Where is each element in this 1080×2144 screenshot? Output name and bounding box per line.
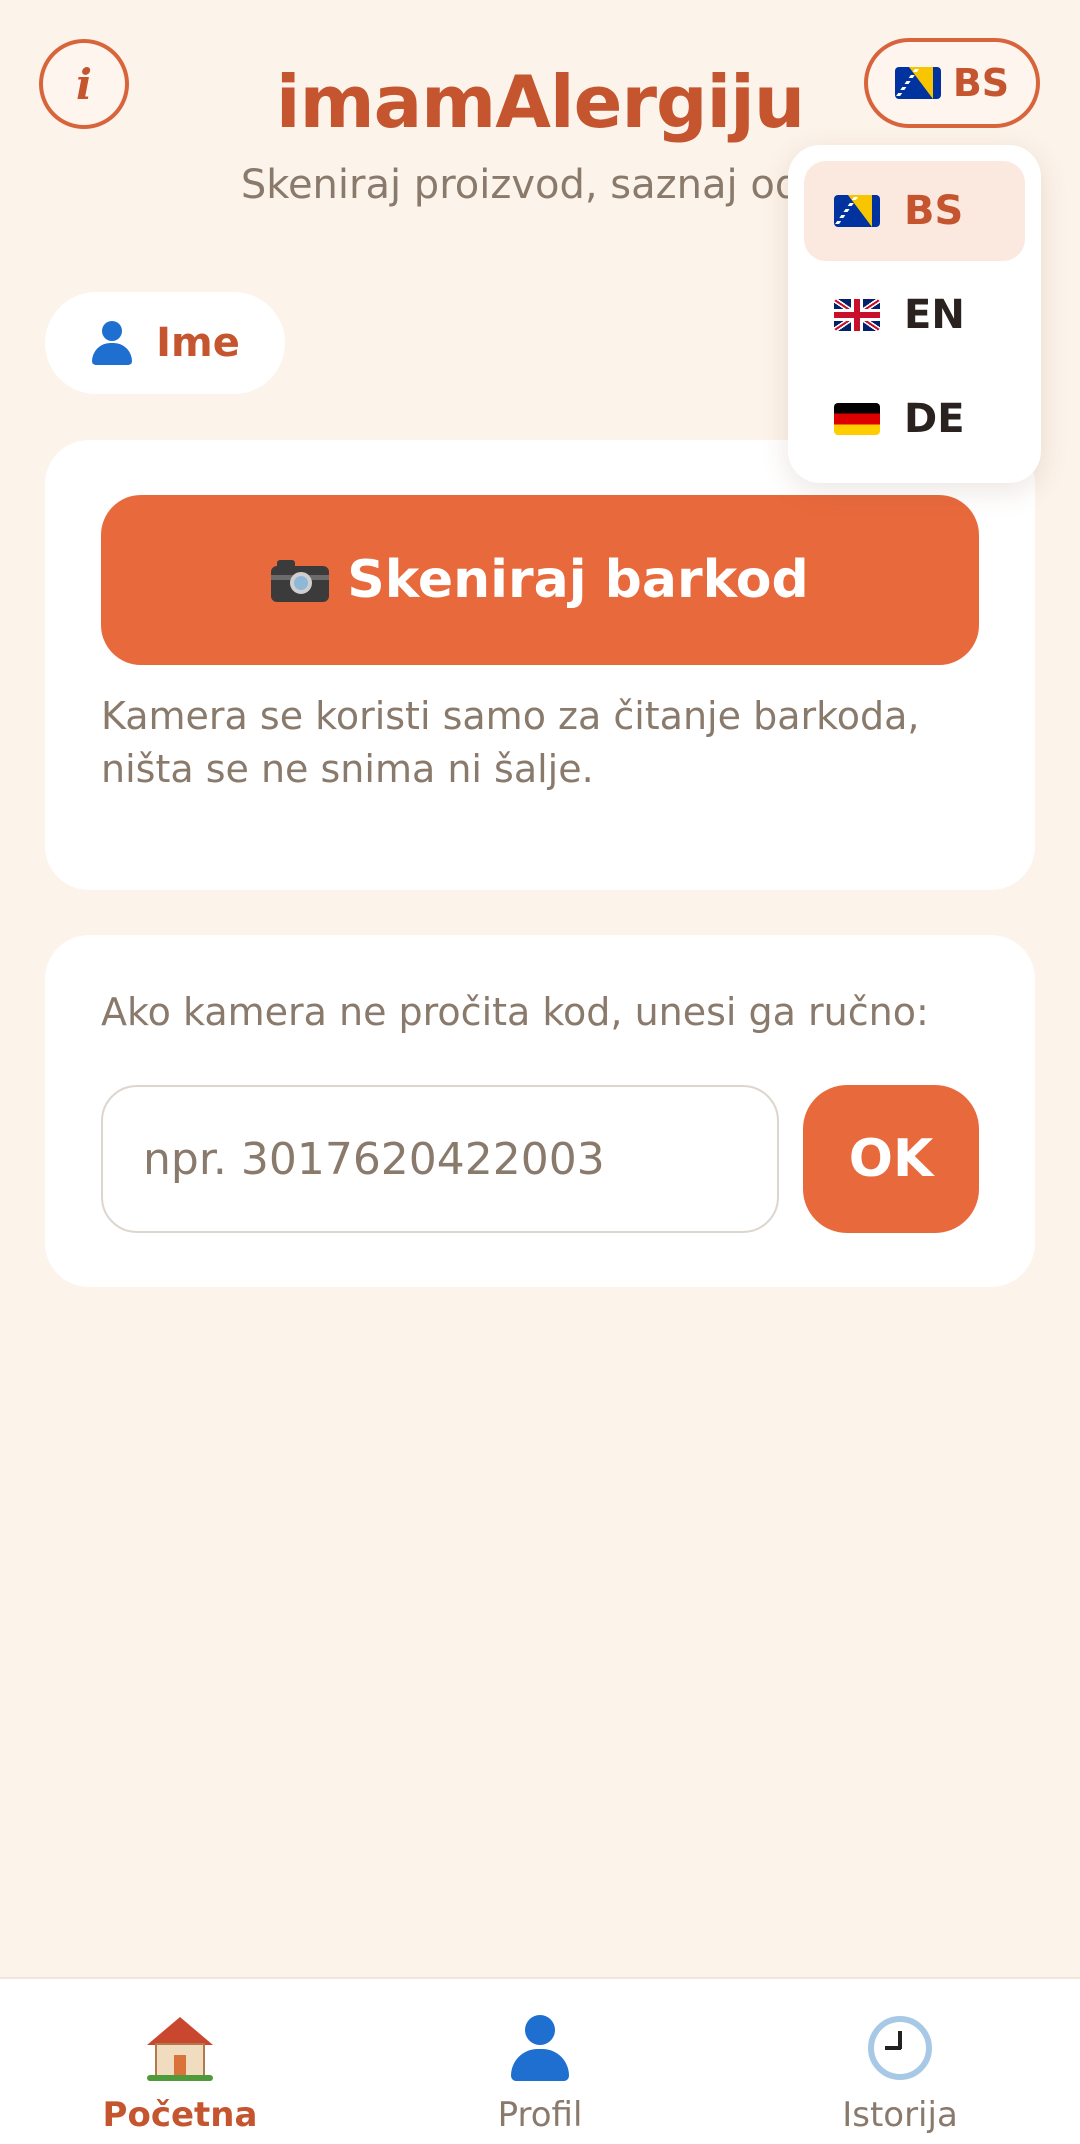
germany-flag-icon — [834, 403, 880, 435]
person-icon — [90, 321, 134, 365]
profile-name-chip[interactable]: Ime — [45, 292, 285, 394]
nav-item-label: Početna — [102, 2095, 258, 2135]
language-dropdown-menu: BS EN DE — [788, 145, 1041, 483]
language-option-de[interactable]: DE — [804, 369, 1025, 469]
clock-icon — [867, 2015, 933, 2081]
barcode-input[interactable] — [101, 1085, 779, 1233]
bosnia-flag-icon — [894, 67, 941, 99]
language-option-bs[interactable]: BS — [804, 161, 1025, 261]
bosnia-flag-icon — [834, 195, 880, 227]
scan-barcode-label: Skeniraj barkod — [347, 550, 809, 610]
nav-item-history[interactable]: Istorija — [720, 1979, 1080, 2144]
person-icon — [507, 2015, 573, 2081]
nav-item-label: Istorija — [842, 2095, 958, 2135]
house-icon — [147, 2015, 213, 2081]
language-option-label: EN — [904, 292, 965, 338]
profile-name-label: Ime — [156, 320, 240, 366]
nav-item-home[interactable]: Početna — [0, 1979, 360, 2144]
bottom-navigation: Početna Profil Istorija — [0, 1977, 1080, 2144]
language-option-label: DE — [904, 396, 965, 442]
language-button-label: BS — [952, 61, 1010, 105]
manual-entry-card: Ako kamera ne pročita kod, unesi ga ručn… — [45, 935, 1035, 1287]
language-option-en[interactable]: EN — [804, 265, 1025, 365]
manual-entry-label: Ako kamera ne pročita kod, unesi ga ručn… — [101, 990, 929, 1034]
language-button[interactable]: BS — [864, 38, 1040, 128]
nav-item-profile[interactable]: Profil — [360, 1979, 720, 2144]
ok-button[interactable]: OK — [803, 1085, 979, 1233]
scan-barcode-button[interactable]: Skeniraj barkod — [101, 495, 979, 665]
nav-item-label: Profil — [497, 2095, 583, 2135]
camera-privacy-note: Kamera se koristi samo za čitanje barkod… — [101, 694, 920, 791]
uk-flag-icon — [834, 299, 880, 331]
language-option-label: BS — [904, 188, 964, 234]
scan-card: Skeniraj barkod Kamera se koristi samo z… — [45, 440, 1035, 890]
camera-icon — [271, 558, 330, 602]
